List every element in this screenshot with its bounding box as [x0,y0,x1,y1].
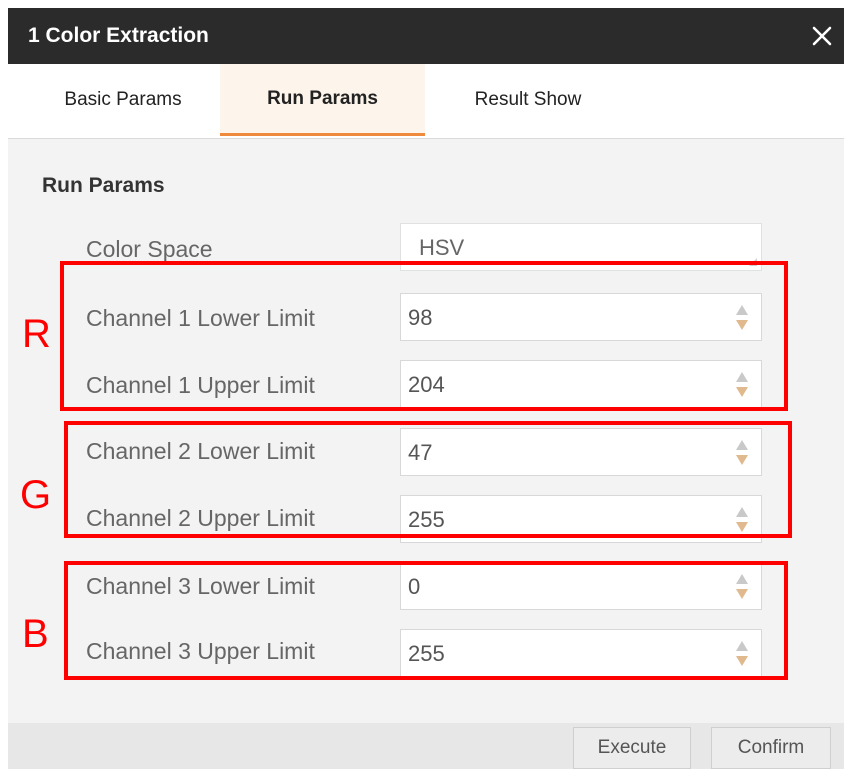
annotation-label-r: R [22,312,51,356]
title-bar: 1 Color Extraction [8,8,844,64]
execute-button[interactable]: Execute [573,727,691,769]
color-space-label: Color Space [86,236,213,262]
annotation-label-g: G [20,473,52,517]
dialog-title: 1 Color Extraction [28,24,209,47]
annotation-box-g [64,421,792,538]
confirm-button[interactable]: Confirm [711,727,831,769]
annotation-box-r [60,261,788,411]
tab-run-params[interactable]: Run Params [220,64,425,136]
dialog-footer: Execute Confirm [8,723,844,769]
color-extraction-dialog: 1 Color Extraction Basic Params Run Para… [8,8,844,769]
annotation-label-b: B [22,612,49,656]
annotation-box-b [64,561,788,680]
tab-bar: Basic Params Run Params Result Show [8,64,844,139]
section-title: Run Params [42,174,165,197]
tab-basic-params[interactable]: Basic Params [28,64,218,136]
close-icon [812,26,832,46]
close-button[interactable] [800,8,844,64]
tab-result-show[interactable]: Result Show [428,64,628,136]
